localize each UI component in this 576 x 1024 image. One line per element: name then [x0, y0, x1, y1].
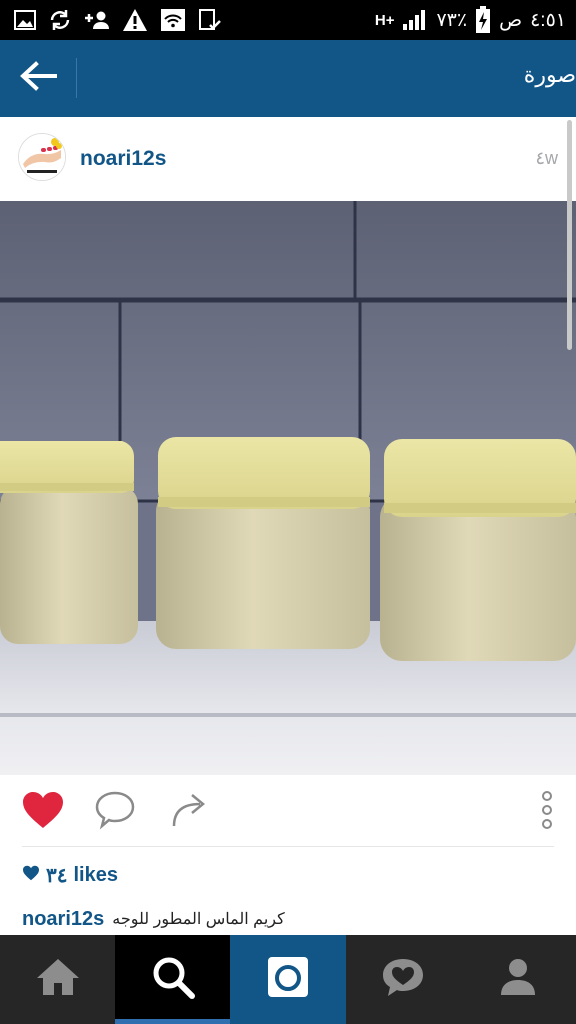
page-title: صورة — [523, 62, 576, 87]
share-icon — [168, 790, 210, 835]
nav-activity[interactable] — [346, 935, 461, 1024]
nav-profile[interactable] — [461, 935, 576, 1024]
activity-icon — [380, 956, 426, 1003]
likes-count: ٣٤ — [46, 864, 68, 887]
status-bar: H+ ٧٣٪ ص ٤:٥١ — [0, 0, 576, 40]
network-type: H+ — [374, 11, 395, 29]
more-button[interactable] — [524, 789, 570, 835]
clock: ٤:٥١ — [530, 9, 566, 31]
add-contact-icon — [84, 10, 110, 30]
more-icon — [540, 790, 554, 835]
post-photo[interactable] — [0, 201, 576, 775]
signal-icon — [402, 9, 428, 31]
nav-home[interactable] — [0, 935, 115, 1024]
nav-camera[interactable] — [230, 935, 346, 1024]
back-button[interactable] — [10, 54, 66, 102]
sync-icon — [48, 8, 72, 32]
actions-divider — [22, 846, 554, 847]
post-username[interactable]: noari12s — [80, 147, 166, 171]
battery-percent: ٧٣٪ — [436, 9, 468, 31]
status-icons-left — [14, 6, 222, 34]
likes-row[interactable]: ٣٤ likes — [22, 860, 118, 890]
share-button[interactable] — [166, 789, 212, 835]
post-actions — [0, 775, 576, 847]
appbar-divider — [76, 58, 77, 98]
caption: noari12s كريم الماس المطور للوجه — [22, 905, 285, 933]
clipboard-check-icon — [198, 8, 222, 32]
small-heart-icon — [22, 864, 40, 887]
gallery-icon — [14, 10, 36, 30]
arrow-left-icon — [19, 60, 57, 96]
caption-username[interactable]: noari12s — [22, 908, 104, 931]
scrollbar[interactable] — [567, 120, 572, 350]
comment-button[interactable] — [92, 789, 138, 835]
am-pm: ص — [499, 9, 523, 31]
like-button[interactable] — [20, 789, 66, 835]
avatar[interactable] — [18, 133, 66, 181]
camera-icon — [266, 955, 310, 1004]
warning-icon — [122, 8, 148, 32]
home-icon — [35, 957, 81, 1002]
post-time: ٤w — [535, 148, 558, 168]
wifi-check-icon — [160, 8, 186, 32]
battery-charging-icon — [475, 6, 491, 34]
heart-icon — [21, 790, 65, 835]
post-header: noari12s ٤w — [0, 117, 576, 201]
likes-label: likes — [73, 863, 118, 886]
nav-search[interactable] — [115, 935, 231, 1024]
search-icon — [151, 955, 195, 1004]
bottom-navigation — [0, 935, 576, 1024]
status-icons-right: H+ ٧٣٪ ص ٤:٥١ — [375, 6, 566, 34]
comment-icon — [94, 790, 136, 835]
app-bar: صورة — [0, 40, 576, 117]
caption-text: كريم الماس المطور للوجه — [112, 911, 285, 928]
profile-icon — [498, 957, 538, 1002]
